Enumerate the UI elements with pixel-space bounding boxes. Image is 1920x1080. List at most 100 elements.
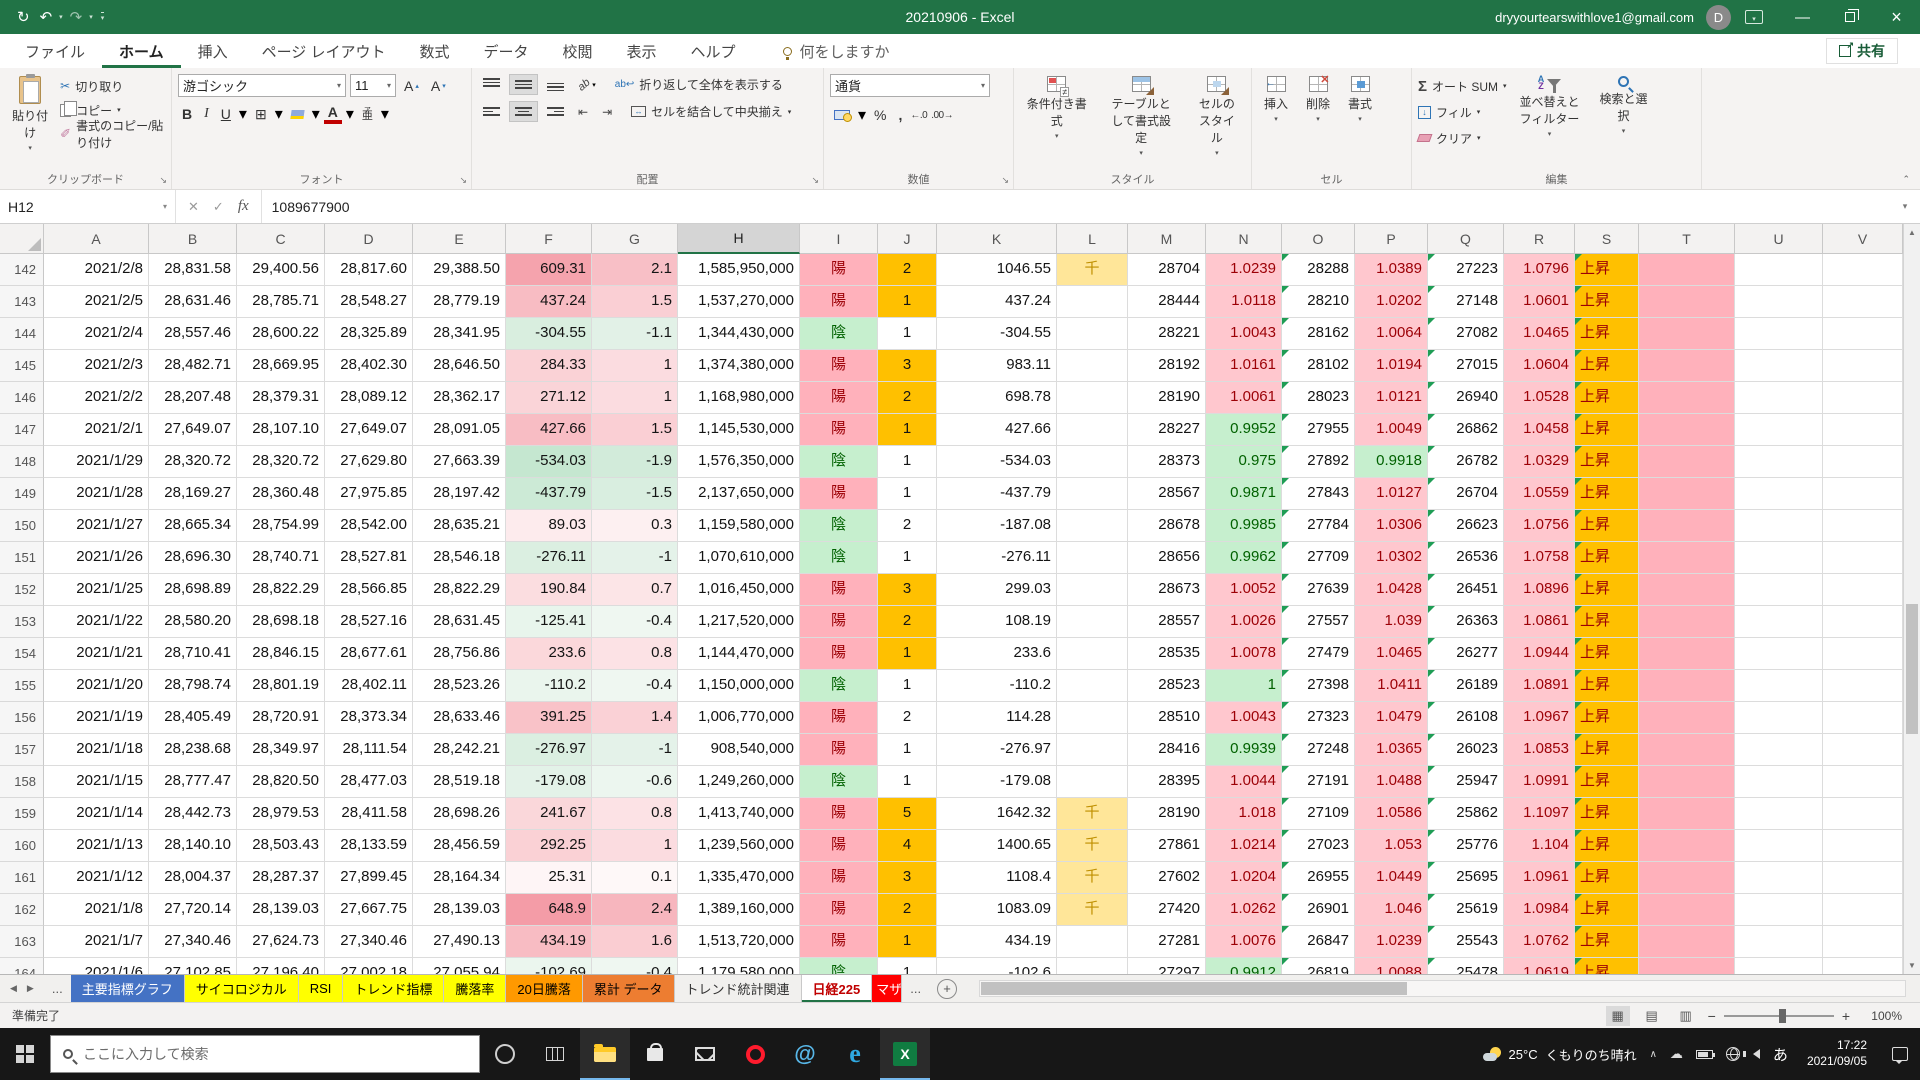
cell-O161[interactable]: 26955 [1282,862,1355,894]
cell-L162[interactable]: 千 [1057,894,1128,926]
cell-I151[interactable]: 陰 [800,542,878,574]
cell-U157[interactable] [1735,734,1823,766]
cell-A151[interactable]: 2021/1/26 [44,542,149,574]
cell-C154[interactable]: 28,846.15 [237,638,325,670]
cell-U145[interactable] [1735,350,1823,382]
cell-H158[interactable]: 1,249,260,000 [678,766,800,798]
orientation-button[interactable]: ab▾ [573,76,601,94]
email-app-button[interactable]: @ [780,1028,830,1080]
cell-C159[interactable]: 28,979.53 [237,798,325,830]
cell-R162[interactable]: 1.0984 [1504,894,1575,926]
file-explorer-button[interactable] [580,1028,630,1080]
cell-S156[interactable]: 上昇 [1575,702,1639,734]
cell-O159[interactable]: 27109 [1282,798,1355,830]
cell-J164[interactable]: 1 [878,958,937,974]
cell-R155[interactable]: 1.0891 [1504,670,1575,702]
cell-I150[interactable]: 陰 [800,510,878,542]
cell-B148[interactable]: 28,320.72 [149,446,237,478]
cell-O144[interactable]: 28162 [1282,318,1355,350]
edge-button[interactable]: e [830,1028,880,1080]
cell-E150[interactable]: 28,635.21 [413,510,506,542]
cell-M154[interactable]: 28535 [1128,638,1206,670]
cell-E154[interactable]: 28,756.86 [413,638,506,670]
cell-U159[interactable] [1735,798,1823,830]
cell-E144[interactable]: 28,341.95 [413,318,506,350]
cell-Q157[interactable]: 26023 [1428,734,1504,766]
borders-button[interactable]: ⊞ [251,105,271,124]
cell-L150[interactable] [1057,510,1128,542]
cell-M153[interactable]: 28557 [1128,606,1206,638]
cell-M149[interactable]: 28567 [1128,478,1206,510]
cell-B159[interactable]: 28,442.73 [149,798,237,830]
cell-R143[interactable]: 1.0601 [1504,286,1575,318]
cell-H151[interactable]: 1,070,610,000 [678,542,800,574]
cell-B149[interactable]: 28,169.27 [149,478,237,510]
cell-K152[interactable]: 299.03 [937,574,1057,606]
cell-F157[interactable]: -276.97 [506,734,592,766]
cell-N152[interactable]: 1.0052 [1206,574,1282,606]
cell-J163[interactable]: 1 [878,926,937,958]
cell-D162[interactable]: 27,667.75 [325,894,413,926]
increase-decimal-button[interactable]: ←.0 [910,110,927,121]
cell-S146[interactable]: 上昇 [1575,382,1639,414]
row-header-162[interactable]: 162 [0,894,44,926]
column-header-D[interactable]: D [325,224,413,254]
cell-J146[interactable]: 2 [878,382,937,414]
cell-G159[interactable]: 0.8 [592,798,678,830]
cell-E143[interactable]: 28,779.19 [413,286,506,318]
cell-M142[interactable]: 28704 [1128,254,1206,286]
italic-button[interactable]: I [200,105,213,123]
cell-E163[interactable]: 27,490.13 [413,926,506,958]
cell-R157[interactable]: 1.0853 [1504,734,1575,766]
cell-U147[interactable] [1735,414,1823,446]
cell-P154[interactable]: 1.0465 [1355,638,1428,670]
cell-C146[interactable]: 28,379.31 [237,382,325,414]
row-header-159[interactable]: 159 [0,798,44,830]
cell-Q150[interactable]: 26623 [1428,510,1504,542]
cell-Q153[interactable]: 26363 [1428,606,1504,638]
cell-K145[interactable]: 983.11 [937,350,1057,382]
cell-D157[interactable]: 28,111.54 [325,734,413,766]
cell-D149[interactable]: 27,975.85 [325,478,413,510]
cell-V154[interactable] [1823,638,1903,670]
cell-E147[interactable]: 28,091.05 [413,414,506,446]
cell-N158[interactable]: 1.0044 [1206,766,1282,798]
cell-P157[interactable]: 1.0365 [1355,734,1428,766]
cell-D163[interactable]: 27,340.46 [325,926,413,958]
cell-F155[interactable]: -110.2 [506,670,592,702]
cell-G152[interactable]: 0.7 [592,574,678,606]
cortana-button[interactable] [480,1028,530,1080]
cell-M144[interactable]: 28221 [1128,318,1206,350]
save-sync-icon[interactable]: ↻ [14,8,33,26]
row-header-143[interactable]: 143 [0,286,44,318]
cell-E155[interactable]: 28,523.26 [413,670,506,702]
alignment-dialog-launcher-icon[interactable]: ↘ [811,175,819,186]
cell-B155[interactable]: 28,798.74 [149,670,237,702]
cell-B146[interactable]: 28,207.48 [149,382,237,414]
redo-caret-icon[interactable]: ▾ [89,13,93,21]
cell-T160[interactable] [1639,830,1735,862]
page-break-view-icon[interactable]: ▥ [1674,1006,1698,1026]
cell-N163[interactable]: 1.0076 [1206,926,1282,958]
cell-V150[interactable] [1823,510,1903,542]
cell-I144[interactable]: 陰 [800,318,878,350]
underline-caret-icon[interactable]: ▾ [239,104,247,124]
cell-A156[interactable]: 2021/1/19 [44,702,149,734]
cell-I153[interactable]: 陽 [800,606,878,638]
cell-O160[interactable]: 27023 [1282,830,1355,862]
number-dialog-launcher-icon[interactable]: ↘ [1001,175,1009,186]
cell-U143[interactable] [1735,286,1823,318]
cell-B160[interactable]: 28,140.10 [149,830,237,862]
cell-H156[interactable]: 1,006,770,000 [678,702,800,734]
cell-P145[interactable]: 1.0194 [1355,350,1428,382]
cell-L164[interactable] [1057,958,1128,974]
undo-icon[interactable]: ↶ [37,8,56,26]
cell-K151[interactable]: -276.11 [937,542,1057,574]
cell-V162[interactable] [1823,894,1903,926]
cell-O143[interactable]: 28210 [1282,286,1355,318]
cell-P153[interactable]: 1.039 [1355,606,1428,638]
cell-K154[interactable]: 233.6 [937,638,1057,670]
cell-U163[interactable] [1735,926,1823,958]
bold-button[interactable]: B [178,105,196,123]
cell-N150[interactable]: 0.9985 [1206,510,1282,542]
